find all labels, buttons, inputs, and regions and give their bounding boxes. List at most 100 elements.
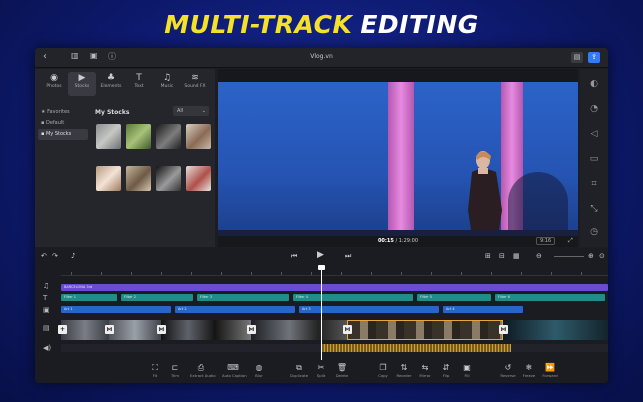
stock-thumbnail[interactable] — [96, 124, 121, 149]
add-clip-icon[interactable]: + — [58, 325, 67, 334]
skip-back-icon[interactable]: ⏮ — [291, 252, 297, 261]
speed-icon[interactable]: ◷ — [589, 227, 599, 237]
auto-caption-button[interactable]: ⌨ Auto Caption — [222, 363, 247, 379]
fill-button[interactable]: ▣ Fill — [456, 363, 478, 379]
fullscreen-icon[interactable]: ⤢ — [568, 237, 573, 245]
duplicate-button[interactable]: ⧉ Duplicate — [288, 363, 310, 379]
stock-thumbnail[interactable] — [126, 166, 151, 191]
copy-icon: ❐ — [379, 363, 387, 372]
fx-track-clip[interactable]: Filter 3 — [197, 294, 289, 301]
zoom-slider[interactable] — [554, 256, 584, 257]
blur-button[interactable]: ◍ Blur — [248, 363, 270, 379]
video-clip[interactable] — [161, 320, 251, 340]
flip-icon: ⇵ — [442, 363, 450, 372]
save-icon[interactable]: ▤ — [571, 52, 583, 63]
grid-icon[interactable]: ▦ — [513, 252, 520, 260]
video-clip[interactable] — [503, 320, 608, 340]
fx-track-clip[interactable]: Filter 6 — [495, 294, 605, 301]
tab-stocks[interactable]: ▶ Stocks — [68, 72, 96, 96]
text-style-icon[interactable]: ▭ — [589, 154, 599, 164]
stock-thumbnail[interactable] — [186, 124, 211, 149]
mirror-button[interactable]: ⇆ Mirror — [414, 363, 436, 379]
flip-button[interactable]: ⇵ Flip — [435, 363, 457, 379]
preview-viewer[interactable]: 00:15 / 1:29:00 9:16 ⤢ — [218, 69, 578, 247]
filter-icon[interactable]: ◔ — [589, 104, 599, 114]
export-button[interactable]: ⇪ — [588, 52, 600, 63]
forward-button[interactable]: ⏩ Forward — [539, 363, 561, 379]
fx-track-clip[interactable]: Filter 4 — [293, 294, 413, 301]
aspect-ratio-button[interactable]: 9:16 — [536, 237, 556, 245]
fx-track-clip[interactable]: Filter 5 — [417, 294, 491, 301]
tab-elements-label: Elements — [100, 84, 122, 89]
tab-text[interactable]: T Text — [125, 72, 153, 96]
overlay-track-clip[interactable]: Art 4 — [443, 306, 523, 313]
transition-icon[interactable]: ⋈ — [247, 325, 256, 334]
filter-dropdown[interactable]: All ⌄ — [173, 106, 209, 116]
video-clip[interactable] — [61, 320, 109, 340]
transition-icon[interactable]: ⋈ — [343, 325, 352, 334]
trim-button[interactable]: ⊏ Trim — [164, 363, 186, 379]
top-bar: ‹ ▥ ▣ ⓘ Vlog.vn ▤ ⇪ — [35, 48, 608, 68]
adjust-icon[interactable]: ◐ — [589, 79, 599, 89]
tab-music[interactable]: ♫ Music — [153, 72, 181, 96]
text-icon: T — [136, 73, 142, 83]
fill-label: Fill — [464, 373, 470, 378]
volume-icon[interactable]: ◁ — [589, 129, 599, 139]
stock-thumbnail[interactable] — [126, 124, 151, 149]
play-icon[interactable]: ▶ — [317, 250, 324, 260]
copy-button[interactable]: ❐ Copy — [372, 363, 394, 379]
playhead[interactable] — [318, 265, 325, 360]
sidebar-item-favorites[interactable]: ★ Favorites — [38, 107, 88, 118]
overlay-track-clip[interactable]: Art 3 — [299, 306, 439, 313]
selected-video-clip[interactable] — [347, 320, 503, 340]
overlay-track-clip[interactable]: Art 2 — [175, 306, 295, 313]
audio-track-icon: ◀) — [43, 344, 52, 352]
split-button[interactable]: ✂ Split — [310, 363, 332, 379]
fx-track-clip[interactable]: Filter 2 — [121, 294, 193, 301]
video-clip[interactable] — [109, 320, 161, 340]
sidebar-item-my-stocks[interactable]: ▪ My Stocks — [38, 129, 88, 140]
crop-icon[interactable]: ⌗ — [589, 179, 599, 189]
transition-icon[interactable]: ⋈ — [157, 325, 166, 334]
delete-button[interactable]: 🗑 Delete — [331, 363, 353, 379]
fit-timeline-icon[interactable]: ⊙ — [599, 252, 605, 260]
skip-forward-icon[interactable]: ⏭ — [345, 252, 351, 261]
tab-elements[interactable]: ♣ Elements — [97, 72, 125, 96]
copy-label: Copy — [378, 373, 388, 378]
freeze-button[interactable]: ❄ Freeze — [518, 363, 540, 379]
extract-audio-button[interactable]: ⎙ Extract Audio — [190, 363, 216, 379]
photos-icon: ◉ — [50, 73, 58, 83]
timeline[interactable]: ↶ ↷ ♪ ⏮ ▶ ⏭ ⊞ ⊟ ▦ ⊖ ⊕ ⊙ ♫ T ▣ ▤ ◀) BARCE… — [35, 248, 608, 383]
stock-thumbnail[interactable] — [186, 166, 211, 191]
headline: MULTI-TRACK EDITING — [0, 10, 643, 39]
reorder-button[interactable]: ⇅ Reorder — [393, 363, 415, 379]
text-track-clip[interactable]: BARCELONA 3rd — [61, 284, 608, 291]
fit-button[interactable]: ⛶ Fit — [144, 363, 166, 379]
zoom-out-icon[interactable]: ⊖ — [536, 252, 542, 260]
video-clip[interactable] — [251, 320, 347, 340]
main-video-track[interactable]: + ⋈ ⋈ ⋈ ⋈ ⋈ — [58, 320, 608, 340]
link-icon[interactable]: ⊟ — [499, 252, 505, 260]
audio-track[interactable] — [61, 344, 608, 352]
microphone-icon[interactable]: ♪ — [71, 252, 75, 260]
trim-icon: ⊏ — [171, 363, 179, 372]
transition-icon[interactable]: ⋈ — [499, 325, 508, 334]
blur-icon: ◍ — [255, 363, 263, 372]
stock-thumbnail[interactable] — [96, 166, 121, 191]
overlay-track-clip[interactable]: Art 1 — [61, 306, 171, 313]
snap-icon[interactable]: ⊞ — [485, 252, 491, 260]
tab-sound-fx[interactable]: ≋ Sound FX — [181, 72, 209, 96]
tab-photos[interactable]: ◉ Photos — [40, 72, 68, 96]
fx-track-clip[interactable]: Filter 1 — [61, 294, 117, 301]
stocks-icon: ▶ — [78, 73, 86, 83]
sidebar-item-default[interactable]: ▪ Default — [38, 118, 88, 129]
transition-icon[interactable]: ⋈ — [105, 325, 114, 334]
transform-icon[interactable]: ⤡ — [589, 204, 599, 214]
reverse-button[interactable]: ↺ Reverse — [497, 363, 519, 379]
zoom-in-icon[interactable]: ⊕ — [588, 252, 594, 260]
stock-thumbnail[interactable] — [156, 124, 181, 149]
redo-icon[interactable]: ↷ — [52, 252, 58, 260]
undo-icon[interactable]: ↶ — [41, 252, 47, 260]
audio-waveform — [321, 344, 511, 352]
stock-thumbnail[interactable] — [156, 166, 181, 191]
